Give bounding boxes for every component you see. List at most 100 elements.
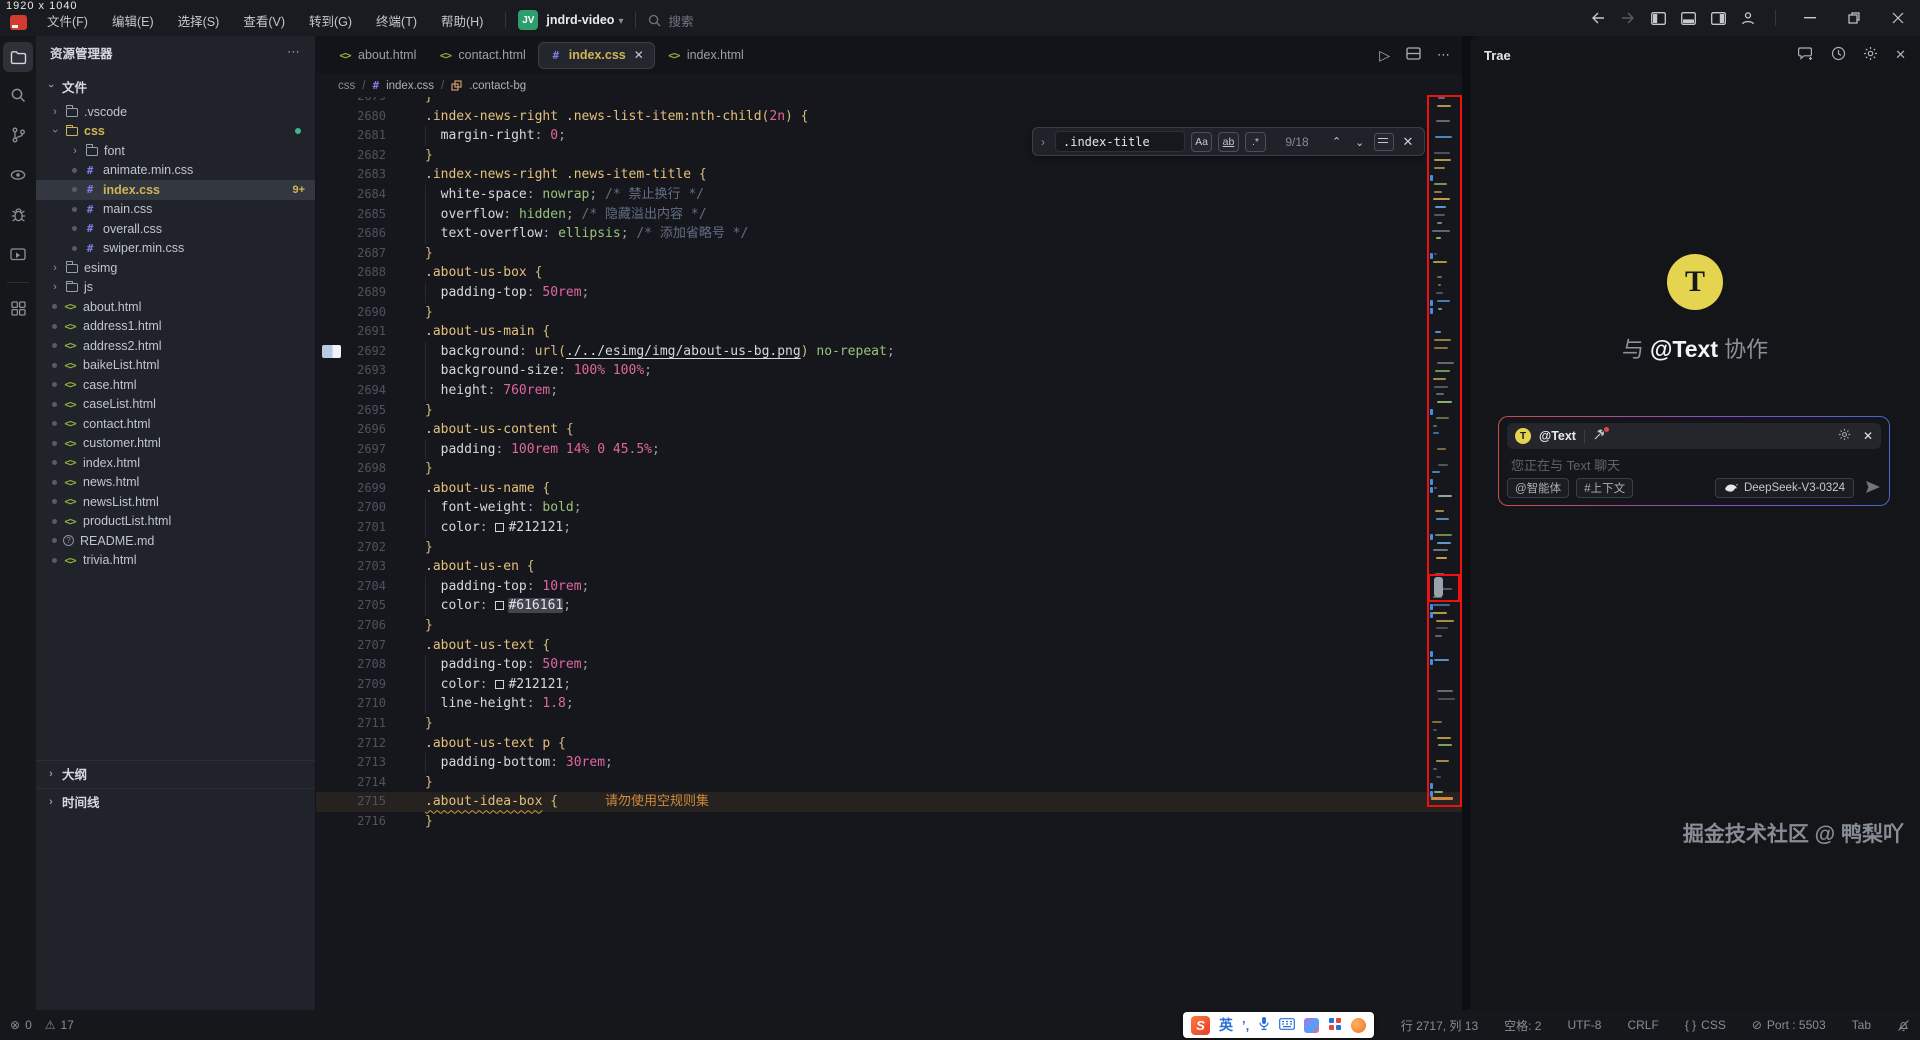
tree-item-index.html[interactable]: <>index.html <box>36 453 315 473</box>
workspace-badge[interactable]: JV <box>518 10 538 30</box>
code-line-2704[interactable]: 2704 padding-top: 10rem; <box>316 577 1462 597</box>
code-line-2711[interactable]: 2711} <box>316 714 1462 734</box>
context-button[interactable]: #上下文 <box>1576 478 1633 498</box>
code-line-2712[interactable]: 2712.about-us-text p { <box>316 734 1462 754</box>
ime-pet-icon[interactable] <box>1351 1018 1366 1033</box>
tree-item-README.md[interactable]: ?README.md <box>36 531 315 551</box>
code-line-2715[interactable]: 2715.about-idea-box { 请勿使用空规则集 <box>316 792 1462 812</box>
explorer-icon[interactable] <box>3 42 33 72</box>
tree-item-main.css[interactable]: #main.css <box>36 200 315 220</box>
remote-explorer-icon[interactable] <box>3 158 33 192</box>
code-line-2703[interactable]: 2703.about-us-en { <box>316 557 1462 577</box>
eol-status[interactable]: CRLF <box>1627 1018 1658 1032</box>
code-line-2692[interactable]: 2692 background: url(./../esimg/img/abou… <box>316 342 1462 362</box>
ime-language-toggle[interactable]: 英 <box>1219 1015 1233 1035</box>
account-icon[interactable] <box>1733 0 1763 36</box>
history-icon[interactable] <box>1831 46 1846 64</box>
tree-item-index.css[interactable]: #index.css9+ <box>36 180 315 200</box>
model-selector[interactable]: DeepSeek-V3-0324 <box>1715 478 1854 498</box>
encoding-status[interactable]: UTF-8 <box>1567 1018 1601 1032</box>
tab-index.html[interactable]: <>index.html <box>657 42 754 69</box>
chat-close-icon[interactable]: ✕ <box>1863 429 1873 443</box>
code-line-2700[interactable]: 2700 font-weight: bold; <box>316 498 1462 518</box>
editor-more-actions-icon[interactable]: ⋯ <box>1437 47 1450 63</box>
code-line-2696[interactable]: 2696.about-us-content { <box>316 420 1462 440</box>
settings-gear-icon[interactable] <box>1863 46 1878 64</box>
chat-input-placeholder[interactable]: 您正在与 Text 聊天 <box>1511 455 1881 474</box>
find-expand-icon[interactable]: › <box>1037 135 1049 149</box>
code-line-2691[interactable]: 2691.about-us-main { <box>316 322 1462 342</box>
code-line-2710[interactable]: 2710 line-height: 1.8; <box>316 694 1462 714</box>
tree-item-newsList.html[interactable]: <>newsList.html <box>36 492 315 512</box>
code-line-2695[interactable]: 2695} <box>316 401 1462 421</box>
toggle-panel-icon[interactable] <box>1673 0 1703 36</box>
tab-about.html[interactable]: <>about.html <box>328 42 426 69</box>
menu-选择[interactable]: 选择(S) <box>168 8 230 33</box>
tree-item-contact.html[interactable]: <>contact.html <box>36 414 315 434</box>
window-close-button[interactable] <box>1876 0 1920 36</box>
code-line-2697[interactable]: 2697 padding: 100rem 14% 0 45.5%; <box>316 440 1462 460</box>
code-line-2685[interactable]: 2685 overflow: hidden; /* 隐藏溢出内容 */ <box>316 205 1462 225</box>
global-search[interactable]: 搜索 <box>648 11 693 30</box>
nav-forward-button[interactable] <box>1613 0 1643 36</box>
code-line-2686[interactable]: 2686 text-overflow: ellipsis; /* 添加省略号 *… <box>316 224 1462 244</box>
window-minimize-button[interactable] <box>1788 0 1832 36</box>
ime-keyboard-icon[interactable] <box>1279 1018 1295 1033</box>
code-line-2683[interactable]: 2683.index-news-right .news-item-title { <box>316 165 1462 185</box>
language-mode-status[interactable]: { }CSS <box>1685 1018 1726 1032</box>
toggle-sidebar-icon[interactable] <box>1643 0 1673 36</box>
color-swatch[interactable] <box>495 601 504 610</box>
code-line-2706[interactable]: 2706} <box>316 616 1462 636</box>
port-status[interactable]: ⊘Port : 5503 <box>1752 1018 1826 1032</box>
code-line-2713[interactable]: 2713 padding-bottom: 30rem; <box>316 753 1462 773</box>
tab-index.css[interactable]: #index.css✕ <box>538 42 655 69</box>
menu-帮助[interactable]: 帮助(H) <box>431 8 493 33</box>
tree-item-esimg[interactable]: ›esimg <box>36 258 315 278</box>
find-previous-icon[interactable]: ⌃ <box>1328 135 1345 148</box>
chat-settings-gear-icon[interactable] <box>1838 428 1851 444</box>
debug-icon[interactable] <box>3 198 33 232</box>
find-close-icon[interactable]: ✕ <box>1402 134 1413 150</box>
find-next-icon[interactable]: ⌃ <box>1351 135 1368 148</box>
menu-编辑[interactable]: 编辑(E) <box>102 8 164 33</box>
code-line-2714[interactable]: 2714} <box>316 773 1462 793</box>
code-line-2680[interactable]: 2680.index-news-right .news-list-item:nt… <box>316 107 1462 127</box>
code-line-2716[interactable]: 2716} <box>316 812 1462 832</box>
tree-item-address2.html[interactable]: <>address2.html <box>36 336 315 356</box>
tree-item-caseList.html[interactable]: <>caseList.html <box>36 395 315 415</box>
breadcrumb-file[interactable]: index.css <box>386 80 434 92</box>
sogou-logo-icon[interactable]: S <box>1191 1016 1210 1035</box>
tree-item-swiper.min.css[interactable]: #swiper.min.css <box>36 239 315 259</box>
tree-item-animate.min.css[interactable]: #animate.min.css <box>36 161 315 181</box>
timeline-section-header[interactable]: › 时间线 <box>36 788 315 814</box>
window-restore-button[interactable] <box>1832 0 1876 36</box>
whole-word-button[interactable]: ab <box>1218 132 1239 152</box>
tree-item-baikeList.html[interactable]: <>baikeList.html <box>36 356 315 376</box>
cursor-position-status[interactable]: 行 2717, 列 13 <box>1401 1017 1478 1034</box>
tools-hammer-icon[interactable] <box>1593 428 1606 444</box>
notifications-muted-icon[interactable] <box>1897 1019 1910 1032</box>
tab-close-icon[interactable]: ✕ <box>634 48 644 62</box>
color-swatch[interactable] <box>495 523 504 532</box>
live-preview-icon[interactable] <box>3 238 33 272</box>
nav-back-button[interactable] <box>1583 0 1613 36</box>
code-line-2705[interactable]: 2705 color: #616161; <box>316 596 1462 616</box>
run-button[interactable]: ▷ <box>1379 47 1390 64</box>
code-line-2694[interactable]: 2694 height: 760rem; <box>316 381 1462 401</box>
tree-item-.vscode[interactable]: ›.vscode <box>36 102 315 122</box>
tree-item-js[interactable]: ›js <box>36 278 315 298</box>
color-swatch[interactable] <box>495 680 504 689</box>
code-line-2684[interactable]: 2684 white-space: nowrap; /* 禁止换行 */ <box>316 185 1462 205</box>
code-line-2702[interactable]: 2702} <box>316 538 1462 558</box>
tab-status[interactable]: Tab <box>1852 1018 1871 1032</box>
tree-item-address1.html[interactable]: <>address1.html <box>36 317 315 337</box>
ime-toolbox-icon[interactable] <box>1328 1017 1342 1034</box>
ime-punctuation-toggle[interactable]: ’, <box>1242 1018 1249 1033</box>
extensions-icon[interactable] <box>3 291 33 325</box>
tree-item-productList.html[interactable]: <>productList.html <box>36 512 315 532</box>
indentation-status[interactable]: 空格: 2 <box>1504 1017 1541 1034</box>
code-line-2690[interactable]: 2690} <box>316 303 1462 323</box>
find-in-selection-icon[interactable] <box>1374 133 1394 151</box>
code-line-2687[interactable]: 2687} <box>316 244 1462 264</box>
tree-item-css[interactable]: ›css <box>36 122 315 142</box>
